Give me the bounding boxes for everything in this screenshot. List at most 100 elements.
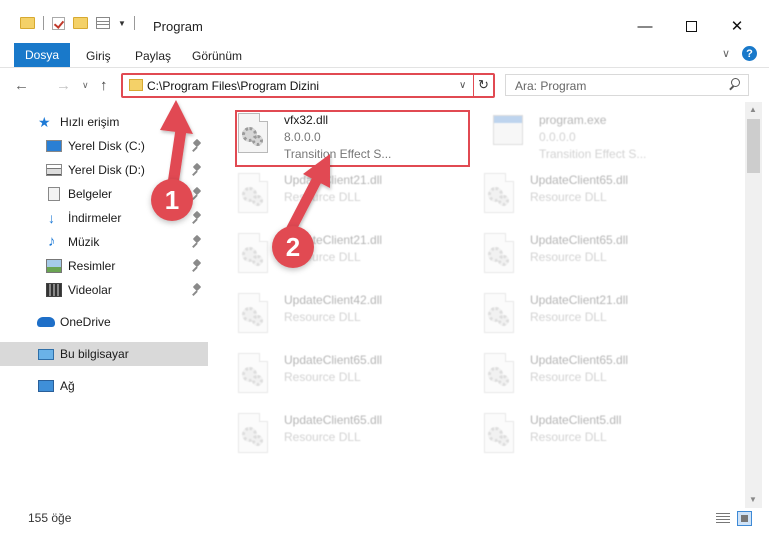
pin-icon[interactable] (193, 140, 201, 152)
vertical-scrollbar[interactable]: ▲ ▼ (745, 102, 762, 508)
dll-file-icon (482, 233, 516, 275)
scroll-thumb[interactable] (747, 119, 760, 173)
sidebar-item-label: Bu bilgisayar (60, 347, 129, 361)
file-name: UpdateClient21.dll (284, 173, 383, 187)
pin-icon[interactable] (193, 236, 201, 248)
sidebar-item-network[interactable]: Ağ (0, 374, 208, 398)
toolbar-separator (133, 16, 135, 30)
file-item[interactable]: UpdateClient5.dll Resource DLL (482, 413, 722, 469)
address-bar[interactable]: C:\Program Files\Program Dizini ∨ ↻ (121, 73, 495, 98)
file-name: UpdateClient42.dll (284, 293, 383, 307)
file-item[interactable]: UpdateClient21.dll Resource DLL (236, 173, 476, 229)
file-name: UpdateClient65.dll (530, 173, 629, 187)
scroll-down-icon[interactable]: ▼ (749, 495, 757, 504)
dll-file-icon (236, 173, 270, 215)
dll-file-icon (236, 413, 270, 455)
maximize-icon (685, 20, 697, 32)
dll-file-icon (482, 293, 516, 335)
highlight-box (235, 110, 470, 167)
close-icon: ✕ (730, 18, 744, 35)
search-icon[interactable] (729, 78, 740, 89)
recent-locations-button[interactable]: ∨ (82, 80, 89, 91)
folder-icon[interactable] (20, 17, 35, 29)
file-item[interactable]: UpdateClient65.dll Resource DLL (236, 413, 476, 469)
downloads-icon: ↓ (48, 210, 55, 226)
sidebar-item-videos[interactable]: Videolar (0, 278, 208, 302)
step-1-badge: 1 (151, 179, 193, 221)
dll-file-icon (482, 413, 516, 455)
pin-icon[interactable] (193, 212, 201, 224)
address-dropdown-icon[interactable]: ∨ (459, 80, 466, 91)
status-bar: 155 öğe (0, 508, 769, 539)
up-button[interactable]: ↑ (100, 77, 108, 94)
file-name: UpdateClient21.dll (530, 293, 629, 307)
sidebar-item-label: OneDrive (60, 315, 111, 329)
sidebar-item-local-disk-d[interactable]: Yerel Disk (D:) (0, 158, 208, 182)
file-description: Resource DLL (284, 430, 361, 444)
sidebar-item-label: Resimler (68, 259, 116, 273)
file-item[interactable]: UpdateClient65.dll Resource DLL (482, 173, 722, 229)
sidebar-item-local-disk-c[interactable]: Yerel Disk (C:) (0, 134, 208, 158)
file-item[interactable]: UpdateClient21.dll Resource DLL (482, 293, 722, 349)
network-icon (38, 380, 54, 392)
close-button[interactable]: ✕ (714, 12, 760, 40)
file-description: Resource DLL (530, 310, 607, 324)
file-item[interactable]: UpdateClient65.dll Resource DLL (482, 353, 722, 409)
file-item[interactable]: UpdateClient42.dll Resource DLL (236, 293, 476, 349)
maximize-button[interactable] (668, 12, 714, 40)
file-item[interactable]: UpdateClient65.dll Resource DLL (482, 233, 722, 289)
file-item[interactable]: UpdateClient65.dll Resource DLL (236, 353, 476, 409)
file-name: UpdateClient65.dll (530, 233, 629, 247)
file-name: UpdateClient65.dll (284, 413, 383, 427)
pin-icon[interactable] (193, 188, 201, 200)
pin-icon[interactable] (193, 164, 201, 176)
file-version: 0.0.0.0 (539, 130, 576, 144)
tab-view[interactable]: Görünüm (192, 49, 242, 63)
pin-icon[interactable] (193, 284, 201, 296)
sidebar-item-label: Müzik (68, 235, 100, 249)
file-name: UpdateClient5.dll (530, 413, 622, 427)
sidebar-item-pictures[interactable]: Resimler (0, 254, 208, 278)
file-description: Resource DLL (530, 370, 607, 384)
new-folder-icon[interactable] (73, 17, 88, 29)
sidebar-item-label: Videolar (68, 283, 112, 297)
dll-file-icon (482, 173, 516, 215)
file-item-program-exe[interactable]: program.exe 0.0.0.0 Transition Effect S.… (491, 113, 731, 169)
sidebar-item-label: İndirmeler (68, 211, 122, 225)
item-count: 155 öğe (28, 511, 72, 525)
search-input[interactable]: Ara: Program (505, 74, 749, 96)
large-icons-view-icon[interactable] (737, 511, 752, 526)
folder-icon (129, 79, 143, 91)
music-icon: ♪ (48, 233, 56, 250)
search-placeholder: Ara: Program (515, 79, 587, 93)
chevron-down-icon[interactable]: ▼ (118, 19, 126, 28)
sidebar-item-this-pc[interactable]: Bu bilgisayar (0, 342, 208, 366)
customize-toolbar-icon[interactable] (96, 17, 110, 29)
title-bar: ▼ Program — ✕ (0, 0, 769, 40)
back-button[interactable]: ← (14, 77, 29, 94)
properties-check-icon[interactable] (52, 16, 65, 30)
sidebar-item-quick-access[interactable]: ★ Hızlı erişim (0, 110, 208, 134)
expand-ribbon-icon[interactable]: ∨ (722, 47, 730, 60)
tab-file[interactable]: Dosya (14, 43, 70, 67)
pin-icon[interactable] (193, 260, 201, 272)
tab-share[interactable]: Paylaş (135, 49, 171, 63)
refresh-icon[interactable]: ↻ (478, 77, 489, 93)
address-path[interactable]: C:\Program Files\Program Dizini (147, 79, 319, 93)
sidebar-item-label: Belgeler (68, 187, 113, 201)
sidebar-item-label: Hızlı erişim (60, 115, 120, 129)
help-icon[interactable]: ? (742, 46, 757, 61)
minimize-icon: — (637, 17, 653, 35)
details-view-icon[interactable] (716, 513, 730, 524)
tab-home[interactable]: Giriş (86, 49, 111, 63)
sidebar-item-music[interactable]: ♪ Müzik (0, 230, 208, 254)
star-icon: ★ (38, 114, 51, 130)
ribbon: Dosya Giriş Paylaş Görünüm ∨ ? (0, 42, 769, 68)
minimize-button[interactable]: — (622, 12, 668, 40)
navigation-pane: ★ Hızlı erişim Yerel Disk (C:) Yerel Dis… (0, 102, 208, 508)
navigation-bar: ← → ∨ ↑ C:\Program Files\Program Dizini … (0, 68, 769, 102)
sidebar-item-onedrive[interactable]: OneDrive (0, 310, 208, 334)
dll-file-icon (236, 233, 270, 275)
scroll-up-icon[interactable]: ▲ (749, 105, 757, 114)
forward-button[interactable]: → (56, 77, 71, 94)
